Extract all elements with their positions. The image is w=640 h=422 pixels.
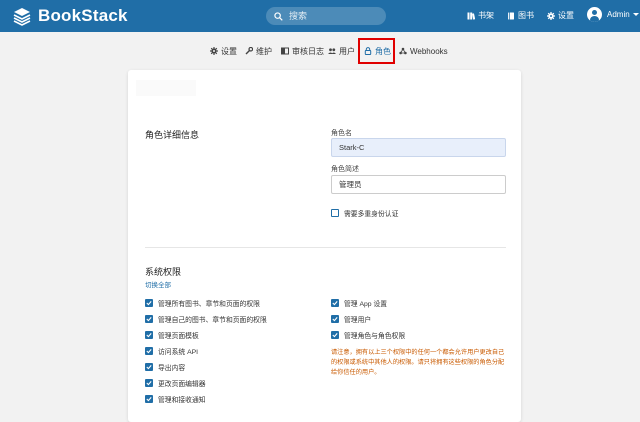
- check-icon: [146, 317, 152, 322]
- tab-audit-log[interactable]: 审核日志: [281, 45, 324, 57]
- perm-row[interactable]: 管理 App 设置: [331, 298, 387, 308]
- tab-settings-label: 设置: [221, 46, 237, 56]
- check-icon: [332, 333, 338, 338]
- nav-shelves-label: 书架: [478, 11, 494, 20]
- perm-label: 管理页面模板: [158, 333, 199, 340]
- role-details-title: 角色详细信息: [145, 130, 200, 140]
- checkbox-checked[interactable]: [145, 363, 153, 371]
- chevron-down-icon: [632, 13, 639, 16]
- app-logo[interactable]: BookStack: [12, 6, 128, 26]
- checkbox-checked[interactable]: [331, 331, 339, 339]
- nav-settings[interactable]: 设置: [547, 10, 574, 21]
- checkbox-checked[interactable]: [145, 315, 153, 323]
- perm-row[interactable]: 管理角色与角色权限: [331, 330, 405, 340]
- check-icon: [146, 397, 152, 402]
- role-desc-input[interactable]: 管理员: [331, 175, 506, 194]
- tab-audit-log-label: 审核日志: [292, 46, 324, 56]
- role-name-input[interactable]: Stark-C: [331, 138, 506, 157]
- checkbox-checked[interactable]: [145, 395, 153, 403]
- search-input[interactable]: [289, 11, 379, 21]
- tab-users-label: 用户: [339, 46, 355, 56]
- avatar: [587, 7, 602, 22]
- check-icon: [146, 381, 152, 386]
- perm-label: 访问系统 API: [158, 349, 199, 356]
- check-icon: [146, 349, 152, 354]
- top-header: BookStack 书架 图书: [0, 0, 640, 32]
- perm-row[interactable]: 访问系统 API: [145, 346, 198, 356]
- wrench-icon: [245, 47, 253, 55]
- checkbox-checked[interactable]: [145, 347, 153, 355]
- search-icon: [274, 11, 283, 21]
- perm-row[interactable]: 管理自己的图书、章节和页面的权限: [145, 314, 267, 324]
- tab-maintenance-label: 维护: [256, 46, 272, 56]
- check-icon: [332, 317, 338, 322]
- gear-icon: [210, 47, 218, 55]
- perm-row[interactable]: 导出内容: [145, 362, 185, 372]
- role-name-label: 角色名: [331, 130, 352, 137]
- webhook-icon: [399, 47, 407, 55]
- tab-webhooks[interactable]: Webhooks: [399, 45, 448, 57]
- check-icon: [146, 301, 152, 306]
- perm-label: 更改页面编辑器: [158, 381, 206, 388]
- checkbox-checked[interactable]: [145, 379, 153, 387]
- global-search[interactable]: [266, 7, 386, 25]
- audit-icon: [281, 47, 289, 55]
- tab-settings[interactable]: 设置: [210, 45, 237, 57]
- mfa-label: 需要多重身份认证: [344, 211, 399, 218]
- checkbox-checked[interactable]: [331, 299, 339, 307]
- checkbox-checked[interactable]: [145, 299, 153, 307]
- user-name: Admin: [607, 10, 630, 19]
- perm-row[interactable]: 更改页面编辑器: [145, 378, 206, 388]
- tab-webhooks-label: Webhooks: [410, 46, 448, 56]
- role-desc-label: 角色简述: [331, 166, 359, 173]
- nav-shelves[interactable]: 书架: [467, 10, 494, 21]
- active-tab-highlight: [358, 38, 395, 64]
- perm-label: 管理自己的图书、章节和页面的权限: [158, 317, 267, 324]
- app-name: BookStack: [38, 6, 128, 25]
- system-permissions-title: 系统权限: [145, 267, 182, 277]
- bookstack-logo-icon: [13, 8, 31, 26]
- mfa-checkbox[interactable]: [331, 209, 339, 217]
- tab-users[interactable]: 用户: [328, 45, 355, 57]
- nav-books[interactable]: 图书: [507, 10, 534, 21]
- checkbox-checked[interactable]: [331, 315, 339, 323]
- nav-settings-label: 设置: [558, 11, 574, 20]
- shelf-icon: [467, 12, 475, 20]
- check-icon: [146, 365, 152, 370]
- users-icon: [328, 48, 336, 54]
- perm-row[interactable]: 管理用户: [331, 314, 371, 324]
- perm-label: 导出内容: [158, 365, 186, 372]
- nav-books-label: 图书: [518, 11, 534, 20]
- perm-row[interactable]: 管理和接收通知: [145, 394, 206, 404]
- mfa-checkbox-row[interactable]: 需要多重身份认证: [331, 208, 398, 218]
- perm-label: 管理 App 设置: [344, 301, 388, 308]
- tab-maintenance[interactable]: 维护: [245, 45, 272, 57]
- check-icon: [332, 301, 338, 306]
- perm-row[interactable]: 管理所有图书、章节和页面的权限: [145, 298, 260, 308]
- perm-label: 管理角色与角色权限: [344, 333, 406, 340]
- gear-icon: [547, 11, 555, 20]
- permission-warning: 请注意，拥有以上三个权限中的任何一个都会允许用户更改自己的权限或系统中其他人的权…: [331, 349, 505, 376]
- perm-label: 管理用户: [344, 317, 372, 324]
- toggle-all-link[interactable]: 切换全部: [145, 279, 171, 289]
- book-icon: [508, 12, 514, 19]
- card-title-placeholder: [136, 80, 196, 96]
- check-icon: [146, 333, 152, 338]
- perm-row[interactable]: 管理页面模板: [145, 330, 199, 340]
- section-divider: [145, 247, 506, 248]
- checkbox-checked[interactable]: [145, 331, 153, 339]
- perm-label: 管理所有图书、章节和页面的权限: [158, 301, 260, 308]
- user-menu[interactable]: Admin: [587, 7, 639, 22]
- perm-label: 管理和接收通知: [158, 397, 206, 404]
